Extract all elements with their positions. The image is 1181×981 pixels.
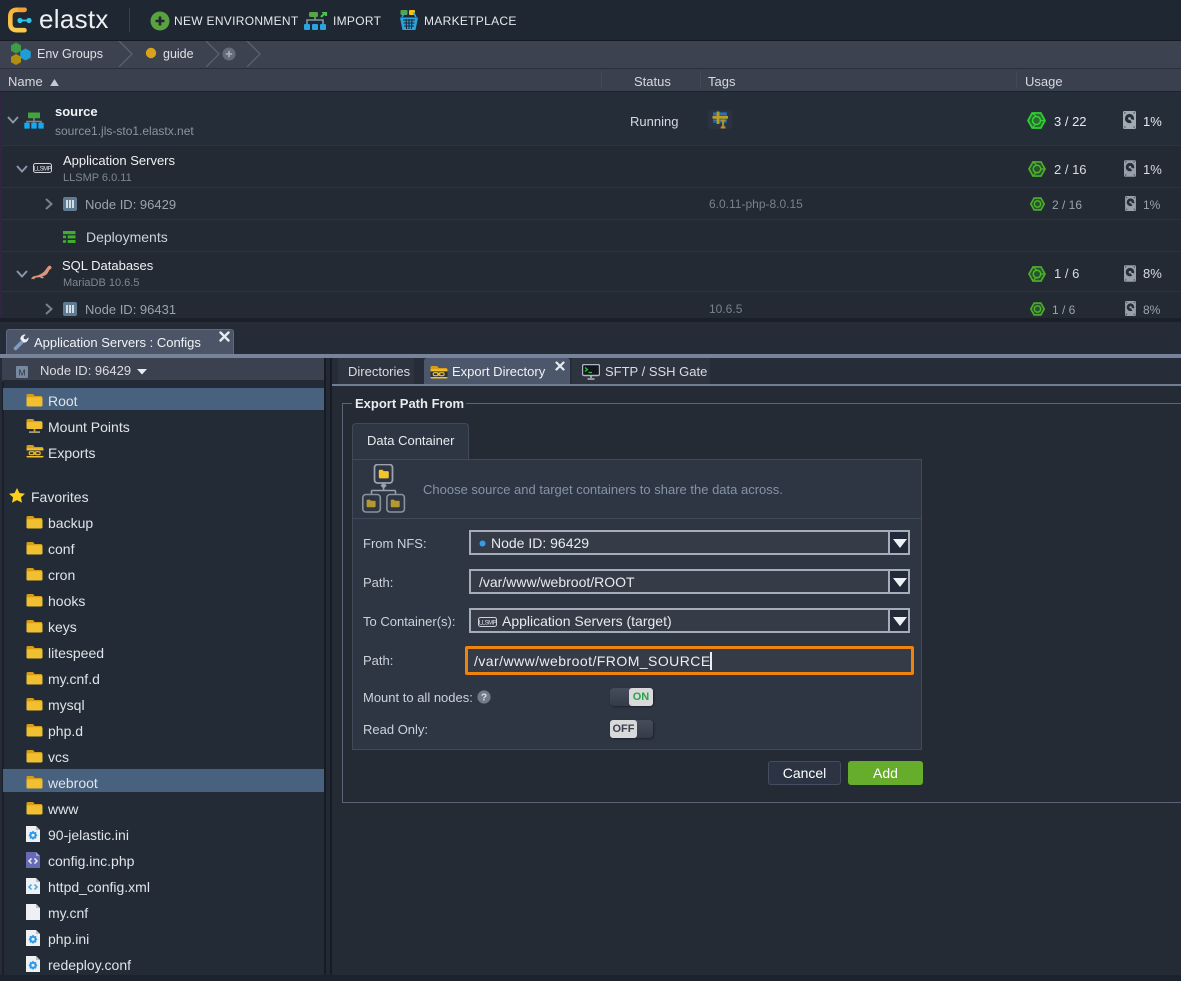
svg-text:LLSMP: LLSMP (479, 620, 497, 626)
svg-text:LLSMP: LLSMP (34, 166, 52, 172)
svg-text:?: ? (481, 693, 487, 704)
svg-text:M: M (18, 367, 25, 377)
